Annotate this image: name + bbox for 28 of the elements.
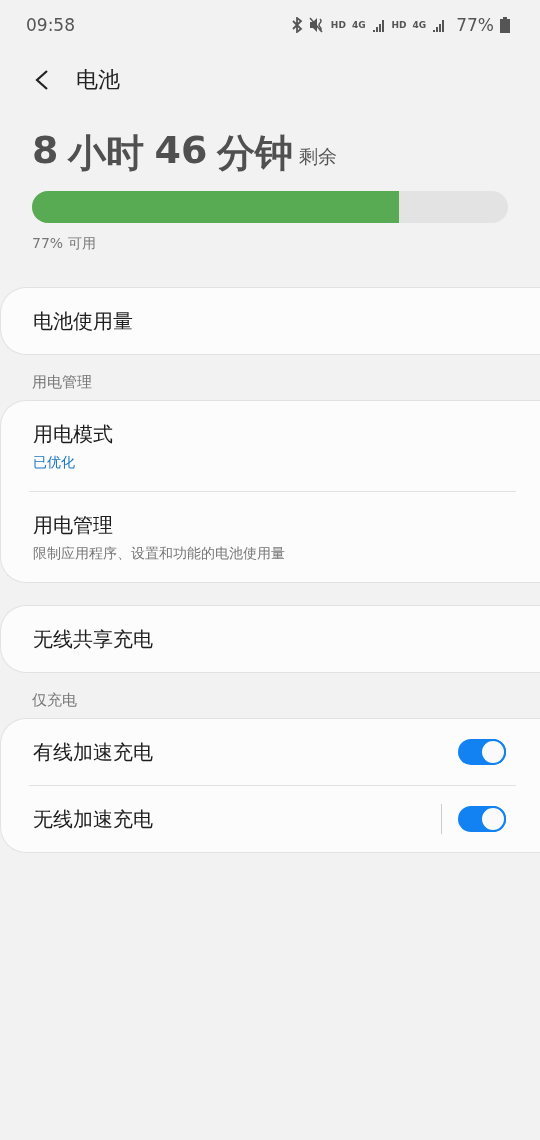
back-icon[interactable] (34, 69, 50, 91)
battery-icon (500, 17, 510, 33)
available-label: 77% 可用 (32, 235, 97, 253)
setting-title[interactable]: 有线加速充电 (33, 738, 458, 766)
signal-icon (371, 18, 386, 32)
network-label: 4G (412, 20, 427, 30)
network-label: 4G (351, 20, 366, 30)
setting-summary: 限制应用程序、设置和功能的电池使用量 (33, 544, 286, 563)
signal-icon (432, 18, 447, 32)
hd-label: HD (391, 20, 407, 30)
section-header: 仅充电 (31, 690, 78, 711)
bluetooth-icon (290, 17, 303, 33)
setting-title[interactable]: 用电模式 (33, 420, 506, 448)
remaining-time: 8 小时 46 分钟 (32, 128, 294, 177)
setting-title[interactable]: 无线共享充电 (33, 625, 506, 653)
hd-label: HD (330, 20, 346, 30)
remaining-label: 剩余 (299, 144, 338, 169)
setting-summary: 已优化 (33, 453, 76, 472)
page-title: 电池 (76, 66, 120, 94)
setting-title[interactable]: 用电管理 (33, 511, 506, 539)
section-header: 用电管理 (31, 372, 93, 393)
setting-title[interactable]: 无线加速充电 (33, 805, 441, 833)
battery-percent: 77% (456, 15, 494, 35)
toggle-switch[interactable] (458, 806, 506, 832)
setting-title[interactable]: 电池使用量 (33, 307, 506, 335)
mute-icon (308, 17, 325, 33)
toggle-switch[interactable] (458, 739, 506, 765)
clock: 09:58 (26, 15, 75, 35)
